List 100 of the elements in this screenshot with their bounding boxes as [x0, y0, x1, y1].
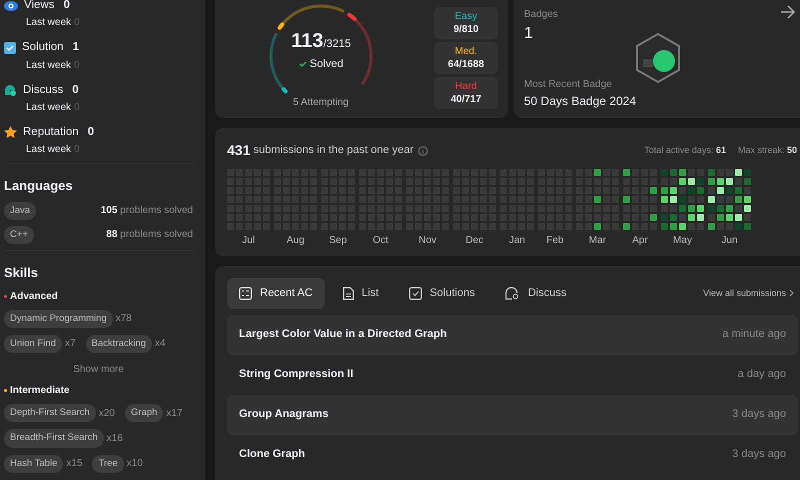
problem-title: Largest Color Value in a Directed Graph [239, 327, 447, 342]
active-days-stat: Total active days: 61 [644, 144, 726, 157]
skill-level-label: Advanced [10, 290, 58, 304]
problem-title: String Compression II [239, 367, 354, 382]
skill-tag: Hash Table [4, 454, 64, 473]
checkbox-icon [408, 286, 422, 300]
skill-count: x15 [66, 457, 82, 472]
skill-tag: Graph [124, 404, 164, 422]
stat-label: Views [24, 0, 54, 13]
stat-value: 0 [88, 124, 94, 140]
skill-count: x17 [166, 406, 182, 421]
max-streak-stat: Max streak: 50 [738, 144, 797, 157]
skill-count: x4 [154, 337, 166, 352]
solved-count: 113 [291, 29, 324, 54]
stat-value: 1 [72, 40, 79, 56]
month-label: Jul [242, 234, 255, 248]
last-week-label: Last week [26, 16, 72, 30]
skill-tag: Depth-First Search [4, 404, 96, 422]
difficulty-label: Med. [454, 45, 478, 58]
skill-count: x7 [64, 337, 76, 352]
tab[interactable]: Recent AC [227, 278, 325, 308]
stat-value: 0 [72, 82, 79, 98]
submission-row[interactable]: Largest Color Value in a Directed Graph a minute ago [227, 314, 798, 354]
activity-heatmap-drawing [661, 169, 704, 230]
submissions-label: submissions in the past one year [253, 143, 414, 158]
badges-label: Badges [524, 9, 558, 20]
document-icon [342, 286, 354, 300]
skill-tag: Backtracking [86, 334, 152, 353]
submission-time: a day ago [738, 367, 786, 382]
last-week-label: Last week [26, 58, 72, 72]
submission-row[interactable]: String Compression II a day ago [227, 354, 798, 394]
month-label: Oct [372, 234, 388, 248]
recent-badge-label: Most Recent Badge [524, 78, 613, 92]
checkbox-icon [4, 42, 16, 54]
month-label: Sep [329, 234, 347, 248]
stat-label: Solution [22, 40, 64, 56]
arrow-right-icon[interactable] [780, 5, 796, 19]
month-label: Feb [546, 234, 564, 248]
activity-heatmap-drawing [708, 169, 751, 230]
submission-time: 3 days ago [732, 447, 786, 462]
problem-title: Clone Graph [239, 447, 306, 462]
skill-count: x10 [126, 457, 143, 472]
month-label: Mar [588, 234, 606, 248]
submission-row[interactable]: Clone Graph 3 days ago [227, 434, 798, 474]
tab[interactable]: List [330, 278, 391, 308]
view-all-link[interactable]: View all submissions [703, 286, 794, 300]
month-label: May [673, 234, 692, 248]
stat-label: Discuss [23, 82, 64, 98]
section-title: Skills [4, 264, 39, 282]
language-tag: C++ [4, 226, 34, 244]
skill-count: x20 [98, 406, 115, 421]
month-label: Dec [466, 234, 484, 248]
difficulty-count: 40/717 [450, 93, 482, 106]
eye-icon [4, 0, 18, 12]
difficulty-count: 9/810 [453, 23, 479, 36]
badge-icon [635, 33, 681, 83]
solved-label: Solved [310, 57, 344, 72]
skill-level-label: Intermediate [10, 384, 70, 398]
stat-label: Reputation [23, 124, 79, 140]
month-label: Jun [721, 234, 738, 248]
difficulty-count: 64/1688 [448, 58, 484, 71]
activity-heatmap-drawing [576, 169, 619, 230]
section-title: Languages [4, 177, 74, 195]
problems-count: 105 problems solved [100, 204, 193, 218]
checklist-icon [239, 286, 252, 300]
activity-heatmap-drawing [623, 169, 657, 230]
stat-value: 0 [63, 0, 70, 13]
chevron-right-icon[interactable] [789, 289, 794, 298]
difficulty-label: Easy [454, 10, 478, 23]
total-count: /3215 [323, 37, 351, 52]
language-tag: Java [4, 202, 36, 220]
difficulty-label: Hard [455, 80, 477, 93]
show-more-link[interactable]: Show more [73, 364, 124, 375]
problems-count: 88 problems solved [106, 228, 193, 242]
submission-row[interactable]: Group Anagrams 3 days ago [227, 394, 798, 434]
tab[interactable]: Solutions [396, 278, 487, 308]
skill-tag: Breadth-First Search [4, 429, 104, 448]
month-label: Apr [632, 234, 648, 248]
last-week-label: Last week [26, 100, 72, 115]
skill-tag: Tree [92, 454, 124, 473]
skill-tag: Dynamic Programming [4, 310, 113, 328]
tab[interactable]: Discuss [492, 278, 578, 308]
chat-icon [4, 84, 17, 96]
month-label: Jan [508, 234, 526, 248]
attempting-label: 5 Attempting [293, 96, 349, 110]
submission-count: 431 [227, 141, 250, 160]
check-icon [298, 61, 307, 68]
month-label: Nov [418, 234, 436, 248]
submission-time: 3 days ago [732, 407, 786, 422]
badges-count: 1 [524, 25, 533, 42]
chat-search-icon [504, 286, 520, 300]
recent-badge-name: 50 Days Badge 2024 [524, 93, 636, 110]
month-label: Aug [286, 234, 304, 248]
skill-tag: Union Find [4, 334, 62, 353]
submission-time: a minute ago [722, 327, 786, 342]
star-icon [4, 126, 17, 138]
skill-count: x16 [106, 432, 123, 446]
info-icon[interactable] [418, 146, 428, 156]
problem-title: Group Anagrams [239, 407, 328, 422]
skill-count: x78 [116, 312, 132, 326]
